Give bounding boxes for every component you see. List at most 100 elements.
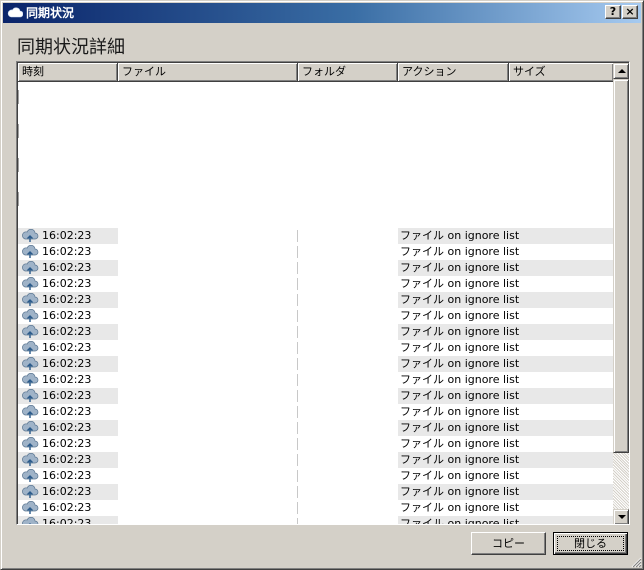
list-header: 時刻 ファイル フォルダ アクション サイズ (18, 63, 614, 82)
column-header-file[interactable]: ファイル (118, 63, 298, 82)
table-row[interactable]: 16:02:23 ファイル on ignore list (18, 244, 614, 260)
cell-action: ファイル on ignore list (398, 292, 613, 308)
cloud-upload-icon (22, 229, 39, 242)
cell-file (118, 324, 298, 340)
cell-time: 16:02:23 (18, 244, 118, 260)
table-row[interactable]: 16:02:23 ファイル on ignore list (18, 500, 614, 516)
scroll-up-button[interactable] (613, 63, 629, 79)
cell-time: 16:02:23 (18, 260, 118, 276)
cell-time: 16:02:23 (18, 292, 118, 308)
table-row[interactable]: 16:02:23 ファイル on ignore list (18, 260, 614, 276)
cell-time-text: 16:02:23 (42, 229, 92, 242)
cell-action: ファイル on ignore list (398, 356, 613, 372)
cell-file (118, 484, 298, 500)
cell-file (118, 468, 298, 484)
cell-action: ファイル on ignore list (400, 437, 520, 450)
cell-action: ファイル on ignore list (400, 309, 520, 322)
cell-time: 16:02:23 (18, 452, 118, 468)
cloud-upload-icon (22, 341, 39, 354)
cloud-upload-icon (22, 277, 39, 290)
column-header-size[interactable]: サイズ (509, 63, 614, 82)
table-row[interactable]: 16:02:23 ファイル on ignore list (18, 276, 614, 292)
cell-time: 16:02:23 (18, 388, 118, 404)
cell-time-text: 16:02:23 (42, 501, 92, 514)
cell-time-text: 16:02:23 (42, 357, 92, 370)
cell-folder (298, 484, 398, 500)
cell-time: 16:02:23 (18, 276, 118, 292)
close-window-button[interactable]: × (622, 5, 638, 19)
scroll-thumb[interactable] (613, 79, 629, 453)
table-row[interactable]: 16:02:23 ファイル on ignore list (18, 356, 614, 372)
arrow-down-icon (618, 515, 626, 519)
table-row[interactable]: 16:02:23 ファイル on ignore list (18, 308, 614, 324)
cell-folder (298, 324, 398, 340)
table-row[interactable]: 16:02:23 ファイル on ignore list (18, 340, 614, 356)
cloud-upload-icon (22, 309, 39, 322)
table-row[interactable]: 16:02:23 ファイル on ignore list (18, 516, 614, 524)
cell-action: ファイル on ignore list (398, 260, 613, 276)
cell-time: 16:02:23 (18, 420, 118, 436)
cell-time-text: 16:02:23 (42, 437, 92, 450)
table-row[interactable]: 16:02:23 ファイル on ignore list (18, 452, 614, 468)
cell-time: 16:02:23 (18, 372, 118, 388)
cloud-upload-icon (22, 389, 39, 402)
cell-folder (298, 228, 398, 244)
cell-time-text: 16:02:23 (42, 389, 92, 402)
cell-file (118, 436, 298, 452)
cell-time: 16:02:23 (18, 436, 118, 452)
cell-action: ファイル on ignore list (400, 501, 520, 514)
table-row[interactable]: 16:02:23 ファイル on ignore list (18, 420, 614, 436)
cell-time-text: 16:02:23 (42, 405, 92, 418)
table-row[interactable]: 16:02:23 ファイル on ignore list (18, 372, 614, 388)
cloud-upload-icon (22, 325, 39, 338)
close-button[interactable]: 閉じる (553, 532, 628, 555)
cell-folder (298, 420, 398, 436)
help-button[interactable]: ? (605, 5, 621, 19)
cell-file (118, 228, 298, 244)
table-row[interactable]: 16:02:23 ファイル on ignore list (18, 324, 614, 340)
column-header-folder[interactable]: フォルダ (298, 63, 398, 82)
cell-file (118, 420, 298, 436)
sync-detail-list[interactable]: 時刻 ファイル フォルダ アクション サイズ 16:02:23 ファイル on i… (16, 61, 630, 525)
cell-time: 16:02:23 (18, 324, 118, 340)
cell-file (118, 244, 298, 260)
cloud-upload-icon (22, 517, 39, 524)
title-bar[interactable]: 同期状況 ? × (3, 3, 641, 23)
arrow-up-icon (618, 69, 626, 73)
cloud-upload-icon (22, 405, 39, 418)
column-header-time[interactable]: 時刻 (18, 63, 118, 82)
cell-folder (298, 372, 398, 388)
cell-action: ファイル on ignore list (400, 405, 520, 418)
cell-folder (298, 340, 398, 356)
cell-folder (298, 500, 398, 516)
column-header-action[interactable]: アクション (398, 63, 509, 82)
copy-button[interactable]: コピー (471, 532, 546, 555)
cell-time: 16:02:23 (18, 356, 118, 372)
empty-area-marks (18, 90, 20, 225)
cell-folder (298, 452, 398, 468)
cell-file (118, 356, 298, 372)
cell-file (118, 308, 298, 324)
cell-time-text: 16:02:23 (42, 293, 92, 306)
cloud-upload-icon (22, 293, 39, 306)
cell-folder (298, 244, 398, 260)
cell-folder (298, 388, 398, 404)
cell-file (118, 276, 298, 292)
cell-folder (298, 516, 398, 524)
cell-time-text: 16:02:23 (42, 245, 92, 258)
vertical-scrollbar[interactable] (613, 63, 629, 524)
table-row[interactable]: 16:02:23 ファイル on ignore list (18, 468, 614, 484)
cell-action: ファイル on ignore list (398, 516, 613, 524)
table-row[interactable]: 16:02:23 ファイル on ignore list (18, 404, 614, 420)
resize-grip-icon[interactable] (631, 557, 642, 568)
table-row[interactable]: 16:02:23 ファイル on ignore list (18, 228, 614, 244)
cell-file (118, 500, 298, 516)
table-row[interactable]: 16:02:23 ファイル on ignore list (18, 292, 614, 308)
table-row[interactable]: 16:02:23 ファイル on ignore list (18, 436, 614, 452)
cell-folder (298, 292, 398, 308)
scroll-down-button[interactable] (613, 509, 629, 524)
scroll-track[interactable] (613, 453, 629, 509)
cell-folder (298, 276, 398, 292)
table-row[interactable]: 16:02:23 ファイル on ignore list (18, 388, 614, 404)
table-row[interactable]: 16:02:23 ファイル on ignore list (18, 484, 614, 500)
